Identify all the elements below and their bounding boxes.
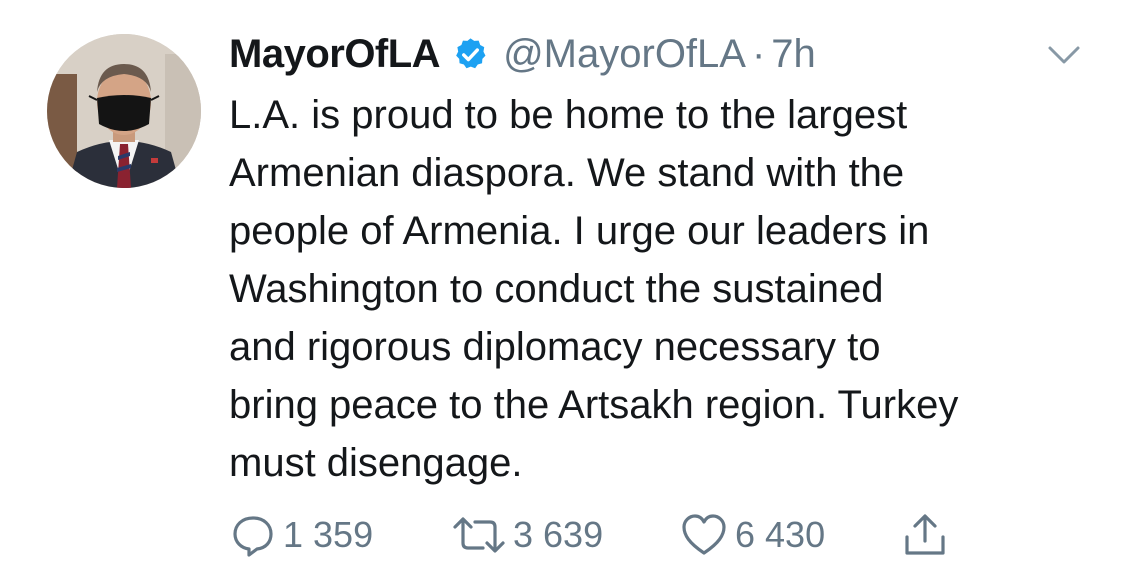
retweet-button[interactable]: 3 639 xyxy=(451,510,603,560)
tweet-text: L.A. is proud to be home to the largest … xyxy=(229,86,1109,492)
tweet-text-line: and rigorous diplomacy necessary to xyxy=(229,325,881,369)
tweet-text-line: people of Armenia. I urge our leaders in xyxy=(229,209,930,253)
share-button[interactable] xyxy=(901,510,949,560)
heart-icon xyxy=(679,511,729,559)
verified-badge-icon xyxy=(452,36,489,73)
tweet-card[interactable]: MayorOfLA @MayorOfLA · 7h L.A. is proud … xyxy=(0,0,1125,580)
reply-button[interactable]: 1 359 xyxy=(229,510,373,560)
tweet-text-line: L.A. is proud to be home to the largest xyxy=(229,93,908,137)
tweet-actions: 1 359 3 639 6 430 xyxy=(229,510,969,560)
display-name[interactable]: MayorOfLA xyxy=(229,32,441,77)
tweet-header: MayorOfLA @MayorOfLA · 7h xyxy=(229,26,816,82)
reply-count: 1 359 xyxy=(283,514,374,555)
tweet-text-line: bring peace to the Artsakh region. Turke… xyxy=(229,383,959,427)
timestamp[interactable]: 7h xyxy=(771,32,816,77)
share-icon xyxy=(901,511,949,559)
chevron-down-icon[interactable] xyxy=(1044,40,1084,70)
user-handle[interactable]: @MayorOfLA xyxy=(503,32,746,77)
retweet-count: 3 639 xyxy=(513,514,604,555)
like-count: 6 430 xyxy=(735,514,826,555)
like-button[interactable]: 6 430 xyxy=(679,510,825,560)
retweet-icon xyxy=(451,511,507,559)
separator-dot: · xyxy=(751,31,766,76)
tweet-text-line: must disengage. xyxy=(229,441,523,485)
avatar[interactable] xyxy=(47,34,201,188)
tweet-text-line: Armenian diaspora. We stand with the xyxy=(229,151,905,195)
tweet-text-line: Washington to conduct the sustained xyxy=(229,267,884,311)
comment-icon xyxy=(229,511,277,559)
